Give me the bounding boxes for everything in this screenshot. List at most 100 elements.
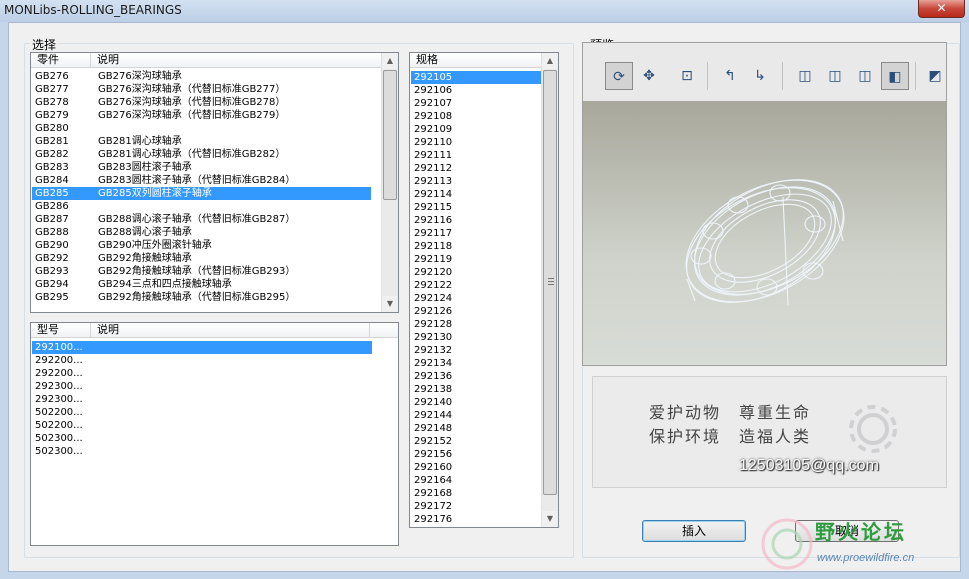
list-item[interactable]: 292136 bbox=[411, 370, 541, 383]
list-item[interactable]: 292100... bbox=[32, 341, 372, 354]
list-item[interactable]: GB294 GB294三点和四点接触球轴承 bbox=[32, 278, 371, 291]
hidden-line-icon[interactable]: ◫ bbox=[821, 62, 849, 90]
pan-icon[interactable]: ✥ bbox=[635, 62, 663, 90]
list-item[interactable]: 292156 bbox=[411, 448, 541, 461]
list-item[interactable]: 292164 bbox=[411, 474, 541, 487]
insert-button[interactable]: 插入 bbox=[642, 520, 746, 542]
list-item[interactable]: 292128 bbox=[411, 318, 541, 331]
list-item[interactable]: 292160 bbox=[411, 461, 541, 474]
model-col-type[interactable]: 型号 bbox=[31, 323, 91, 338]
scroll-down-icon[interactable]: ▼ bbox=[542, 511, 558, 527]
list-item[interactable]: GB281 GB281调心球轴承 bbox=[32, 135, 371, 148]
model-col-desc[interactable]: 说明 bbox=[91, 323, 370, 338]
list-item[interactable]: 292108 bbox=[411, 110, 541, 123]
list-item[interactable]: 292112 bbox=[411, 162, 541, 175]
spec-code: 292126 bbox=[414, 306, 453, 317]
list-item[interactable]: GB280 bbox=[32, 122, 371, 135]
list-item[interactable]: GB293 GB292角接触球轴承（代替旧标准GB293） bbox=[32, 265, 371, 278]
list-item[interactable]: 292114 bbox=[411, 188, 541, 201]
view-toolbar: ⟳ ✥ ⊡ ↰ ↳ ◫ ◫ ◫ ◧ ◩ bbox=[583, 43, 946, 101]
list-item[interactable]: 502300... bbox=[32, 445, 372, 458]
spec-list[interactable]: 规格 292105 292106 292107 292108 292109 292110 2… bbox=[409, 52, 559, 528]
list-item[interactable]: 292122 bbox=[411, 279, 541, 292]
spec-code: 292111 bbox=[414, 150, 453, 161]
part-code: GB293 bbox=[35, 266, 69, 277]
list-item[interactable]: 292113 bbox=[411, 175, 541, 188]
list-item[interactable]: 292134 bbox=[411, 357, 541, 370]
model-viewport[interactable] bbox=[583, 101, 946, 365]
list-item[interactable]: GB286 bbox=[32, 200, 371, 213]
list-item[interactable]: 292117 bbox=[411, 227, 541, 240]
list-item[interactable]: 292300... bbox=[32, 380, 372, 393]
list-item[interactable]: GB292 GB292角接触球轴承 bbox=[32, 252, 371, 265]
list-item[interactable]: 502300... bbox=[32, 432, 372, 445]
spec-vscroll[interactable]: ▲ ▼ bbox=[541, 53, 558, 527]
list-item[interactable]: 292110 bbox=[411, 136, 541, 149]
list-item[interactable]: GB278 GB276深沟球轴承（代替旧标准GB278） bbox=[32, 96, 371, 109]
list-item[interactable]: 292200... bbox=[32, 354, 372, 367]
list-item[interactable]: GB285 GB285双列圆柱滚子轴承 bbox=[32, 187, 371, 200]
list-item[interactable]: 292200... bbox=[32, 367, 372, 380]
shading-icon[interactable]: ◧ bbox=[881, 62, 909, 90]
list-item[interactable]: 292111 bbox=[411, 149, 541, 162]
list-item[interactable]: 292300... bbox=[32, 393, 372, 406]
close-button[interactable]: ✕ bbox=[918, 0, 965, 18]
parts-list[interactable]: 零件 说明 GB276 GB276深沟球轴承 GB277 GB276深沟球轴承（代替旧… bbox=[30, 52, 399, 313]
wireframe-icon[interactable]: ◫ bbox=[791, 62, 819, 90]
view-orient-icon[interactable]: ◩ bbox=[925, 62, 945, 90]
spec-col-spec[interactable]: 规格 bbox=[410, 53, 543, 68]
list-item[interactable]: 292115 bbox=[411, 201, 541, 214]
list-item[interactable]: 292109 bbox=[411, 123, 541, 136]
list-item[interactable]: 502200... bbox=[32, 406, 372, 419]
list-item[interactable]: GB277 GB276深沟球轴承（代替旧标准GB277） bbox=[32, 83, 371, 96]
list-item[interactable]: GB282 GB281调心球轴承（代替旧标准GB282） bbox=[32, 148, 371, 161]
parts-col-desc[interactable]: 说明 bbox=[91, 53, 383, 68]
list-item[interactable]: 292124 bbox=[411, 292, 541, 305]
scroll-thumb[interactable] bbox=[543, 70, 557, 495]
list-item[interactable]: GB284 GB283圆柱滚子轴承（代替旧标准GB284） bbox=[32, 174, 371, 187]
parts-col-part[interactable]: 零件 bbox=[31, 53, 91, 68]
list-item[interactable]: GB288 GB288调心滚子轴承 bbox=[32, 226, 371, 239]
list-item[interactable]: 292138 bbox=[411, 383, 541, 396]
list-item[interactable]: 292148 bbox=[411, 422, 541, 435]
list-item[interactable]: 292107 bbox=[411, 97, 541, 110]
list-item[interactable]: GB295 GB292角接触球轴承（代替旧标准GB295） bbox=[32, 291, 371, 304]
list-item[interactable]: 292172 bbox=[411, 500, 541, 513]
list-item[interactable]: 292106 bbox=[411, 84, 541, 97]
list-item[interactable]: 292132 bbox=[411, 344, 541, 357]
scroll-up-icon[interactable]: ▲ bbox=[542, 53, 558, 69]
list-item[interactable]: 292116 bbox=[411, 214, 541, 227]
list-item[interactable]: GB287 GB288调心滚子轴承（代替旧标准GB287） bbox=[32, 213, 371, 226]
scroll-thumb[interactable] bbox=[383, 70, 397, 200]
list-item[interactable]: 292168 bbox=[411, 487, 541, 500]
list-item[interactable]: 292144 bbox=[411, 409, 541, 422]
part-code: GB294 bbox=[35, 279, 69, 290]
select-group-label: 选择 bbox=[30, 36, 59, 53]
parts-vscroll[interactable]: ▲ ▼ bbox=[381, 53, 398, 312]
zoom-in-icon[interactable]: ↰ bbox=[716, 62, 744, 90]
spin-center-icon[interactable]: ⟳ bbox=[605, 62, 633, 90]
no-hidden-icon[interactable]: ◫ bbox=[851, 62, 879, 90]
list-item[interactable]: 292105 bbox=[411, 71, 541, 84]
list-item[interactable]: 292130 bbox=[411, 331, 541, 344]
slogan-line-2: 保护环境 造福人类 bbox=[649, 427, 812, 446]
list-item[interactable]: 292126 bbox=[411, 305, 541, 318]
zoom-out-icon[interactable]: ↳ bbox=[746, 62, 774, 90]
zoom-window-icon[interactable]: ⊡ bbox=[673, 62, 701, 90]
list-item[interactable]: 292120 bbox=[411, 266, 541, 279]
list-item[interactable]: 292119 bbox=[411, 253, 541, 266]
list-item[interactable]: 502200... bbox=[32, 419, 372, 432]
list-item[interactable]: 292152 bbox=[411, 435, 541, 448]
window-title: MONLibs-ROLLING_BEARINGS bbox=[4, 3, 182, 17]
list-item[interactable]: 292118 bbox=[411, 240, 541, 253]
list-item[interactable]: GB276 GB276深沟球轴承 bbox=[32, 70, 371, 83]
model-list[interactable]: 型号 说明 292100... 292200... 292200... 292300.… bbox=[30, 322, 399, 546]
scroll-down-icon[interactable]: ▼ bbox=[382, 296, 398, 312]
list-item[interactable]: GB283 GB283圆柱滚子轴承 bbox=[32, 161, 371, 174]
part-code: GB284 bbox=[35, 175, 69, 186]
list-item[interactable]: GB290 GB290冲压外圈滚针轴承 bbox=[32, 239, 371, 252]
list-item[interactable]: 292140 bbox=[411, 396, 541, 409]
list-item[interactable]: GB279 GB276深沟球轴承（代替旧标准GB279） bbox=[32, 109, 371, 122]
list-item[interactable]: 292176 bbox=[411, 513, 541, 526]
scroll-up-icon[interactable]: ▲ bbox=[382, 53, 398, 69]
